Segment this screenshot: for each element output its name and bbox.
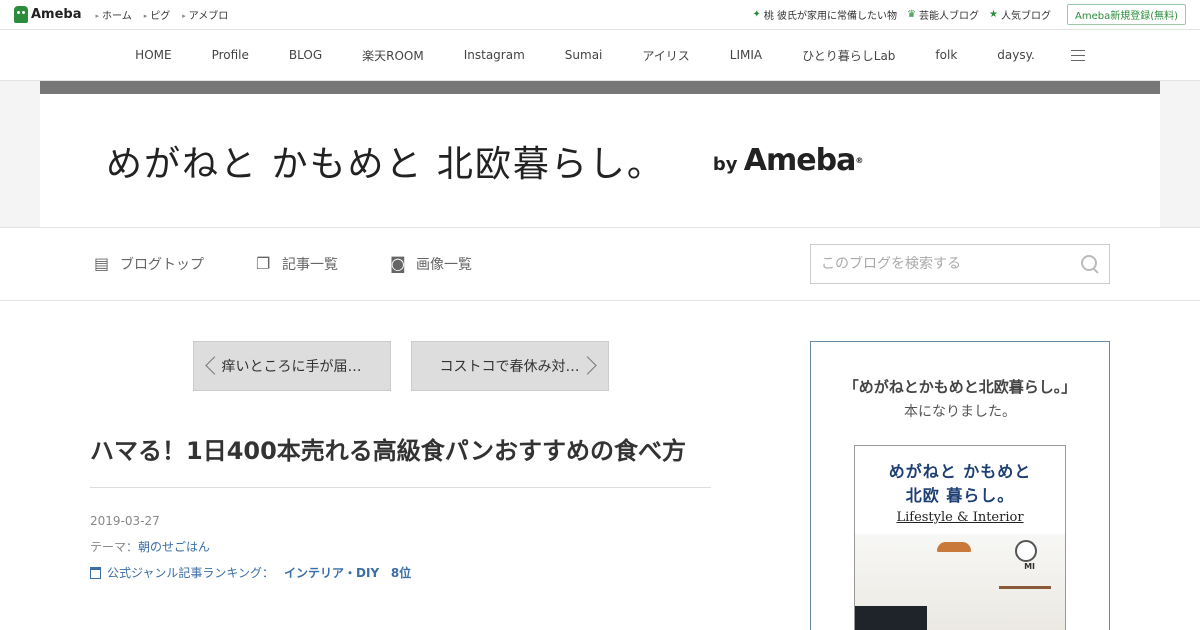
blog-header: めがねと かもめと 北欧暮らし。 by Ameba®: [0, 81, 1200, 227]
signup-button[interactable]: Ameba新規登録(無料): [1066, 4, 1186, 25]
shelf-shape: [999, 586, 1051, 589]
search-input[interactable]: [821, 256, 1081, 272]
blog-header-banner[interactable]: めがねと かもめと 北欧暮らし。 by Ameba®: [40, 81, 1160, 227]
tab-article-list[interactable]: ❐ 記事一覧: [256, 254, 338, 274]
nav-item-profile[interactable]: Profile: [192, 48, 269, 62]
global-link-home[interactable]: ホーム: [96, 7, 132, 22]
tv-shape: [855, 606, 927, 630]
article-title[interactable]: ハマる！1日400本売れる高級食パンおすすめの食べ方: [90, 433, 711, 488]
promo-subtitle: 本になりました。: [904, 404, 1016, 420]
global-links: ホーム ピグ アメブロ: [96, 7, 229, 22]
nav-item-home[interactable]: HOME: [115, 48, 191, 62]
nav-item-daysy[interactable]: daysy.: [977, 48, 1055, 62]
celebrity-blog-link[interactable]: ♛ 芸能人ブログ: [907, 7, 979, 22]
article-column: 痒いところに手が届… コストコで春休み対… ハマる！1日400本売れる高級食パン…: [90, 341, 711, 630]
ranking-genre: インテリア・DIY: [284, 566, 380, 580]
copy-icon: ❐: [256, 254, 271, 273]
article-meta: 2019-03-27 テーマ：朝のせごはん 公式ジャンル記事ランキング： インテ…: [90, 508, 711, 586]
registered-mark: ®: [855, 156, 864, 165]
ameba-brand-text: Ameba: [743, 143, 857, 178]
tab-blog-top-label: ブログトップ: [120, 257, 204, 273]
ranking-label: 公式ジャンル記事ランキング：: [107, 566, 275, 580]
ameba-logo-text: Ameba: [31, 7, 82, 22]
calendar-icon: [90, 567, 101, 579]
global-header: Ameba ホーム ピグ アメブロ ✦ 桃 彼氏が家用に常備したい物 ♛ 芸能人…: [0, 0, 1200, 30]
ameba-logo[interactable]: Ameba: [14, 6, 82, 23]
nav-item-instagram[interactable]: Instagram: [444, 48, 545, 62]
nav-item-limia[interactable]: LIMIA: [710, 48, 782, 62]
book-cover-photo: MI: [855, 534, 1065, 630]
nav-item-blog[interactable]: BLOG: [269, 48, 342, 62]
blog-subnav: ▤ ブログトップ ❐ 記事一覧 ◙ 画像一覧: [0, 227, 1200, 301]
book-subtitle: Lifestyle & Interior: [896, 510, 1024, 525]
ameba-logo-icon: [14, 6, 28, 23]
global-right-links: ✦ 桃 彼氏が家用に常備したい物 ♛ 芸能人ブログ ★ 人気ブログ Ameba新…: [752, 4, 1186, 25]
blog-title: めがねと かもめと 北欧暮らし。: [106, 143, 665, 185]
by-text: by: [712, 154, 738, 175]
ranking-genre-link[interactable]: インテリア・DIY 8位: [280, 560, 411, 586]
book-title-line2: 北欧 暮らし。: [905, 486, 1015, 505]
document-icon: ▤: [94, 254, 110, 273]
trending-link[interactable]: ✦ 桃 彼氏が家用に常備したい物: [752, 7, 897, 22]
blog-search-box: [810, 244, 1110, 284]
trending-link-label: 桃 彼氏が家用に常備したい物: [763, 11, 898, 22]
lamp-shape: [937, 542, 971, 552]
global-link-pigg[interactable]: ピグ: [144, 7, 170, 22]
theme-label: テーマ：: [90, 540, 139, 554]
star-icon: ★: [989, 9, 998, 20]
menu-icon[interactable]: [1070, 49, 1085, 61]
prev-article-button[interactable]: 痒いところに手が届…: [192, 341, 391, 391]
tab-blog-top[interactable]: ▤ ブログトップ: [94, 254, 204, 274]
nav-item-folk[interactable]: folk: [915, 48, 977, 62]
tab-image-list-label: 画像一覧: [416, 257, 472, 273]
theme-link[interactable]: 朝のせごはん: [138, 540, 210, 554]
nav-item-hitorigurashi[interactable]: ひとり暮らしLab: [782, 47, 915, 64]
crown-icon: ♛: [907, 9, 917, 20]
book-promo-widget: 「めがねとかもめと北欧暮らし。」 本になりました。 めがねと かもめと 北欧 暮…: [810, 341, 1110, 630]
main-area: 痒いところに手が届… コストコで春休み対… ハマる！1日400本売れる高級食パン…: [0, 301, 1200, 630]
article-theme: テーマ：朝のせごはん: [90, 534, 711, 560]
tab-image-list[interactable]: ◙ 画像一覧: [390, 254, 472, 274]
global-link-ameblo[interactable]: アメブロ: [182, 7, 229, 22]
next-article-button[interactable]: コストコで春休み対…: [410, 341, 609, 391]
nav-item-sumai[interactable]: Sumai: [545, 48, 623, 62]
book-author: MI: [1024, 562, 1035, 571]
blog-navigation: HOME Profile BLOG 楽天ROOM Instagram Sumai…: [0, 30, 1200, 81]
camera-icon: ◙: [390, 254, 406, 273]
nav-item-iris[interactable]: アイリス: [622, 47, 709, 64]
by-ameba-mark: by Ameba®: [713, 143, 863, 178]
celebrity-blog-label: 芸能人ブログ: [919, 11, 980, 22]
promo-title: 「めがねとかもめと北欧暮らし。」: [843, 378, 1077, 396]
tab-article-list-label: 記事一覧: [282, 257, 338, 273]
sparkle-icon: ✦: [752, 9, 761, 20]
book-title-line1: めがねと かもめと: [888, 462, 1032, 481]
clock-shape: [1015, 540, 1037, 562]
genre-ranking: 公式ジャンル記事ランキング： インテリア・DIY 8位: [90, 560, 711, 586]
popular-blog-link[interactable]: ★ 人気ブログ: [989, 7, 1051, 22]
search-icon[interactable]: [1081, 255, 1099, 273]
ranking-rank: 8位: [390, 566, 412, 580]
article-date: 2019-03-27: [90, 514, 160, 528]
nav-item-rakuten-room[interactable]: 楽天ROOM: [342, 47, 444, 64]
popular-blog-label: 人気ブログ: [1000, 11, 1051, 22]
book-cover-image[interactable]: めがねと かもめと 北欧 暮らし。 Lifestyle & Interior M…: [854, 445, 1066, 630]
article-pager: 痒いところに手が届… コストコで春休み対…: [90, 341, 711, 391]
